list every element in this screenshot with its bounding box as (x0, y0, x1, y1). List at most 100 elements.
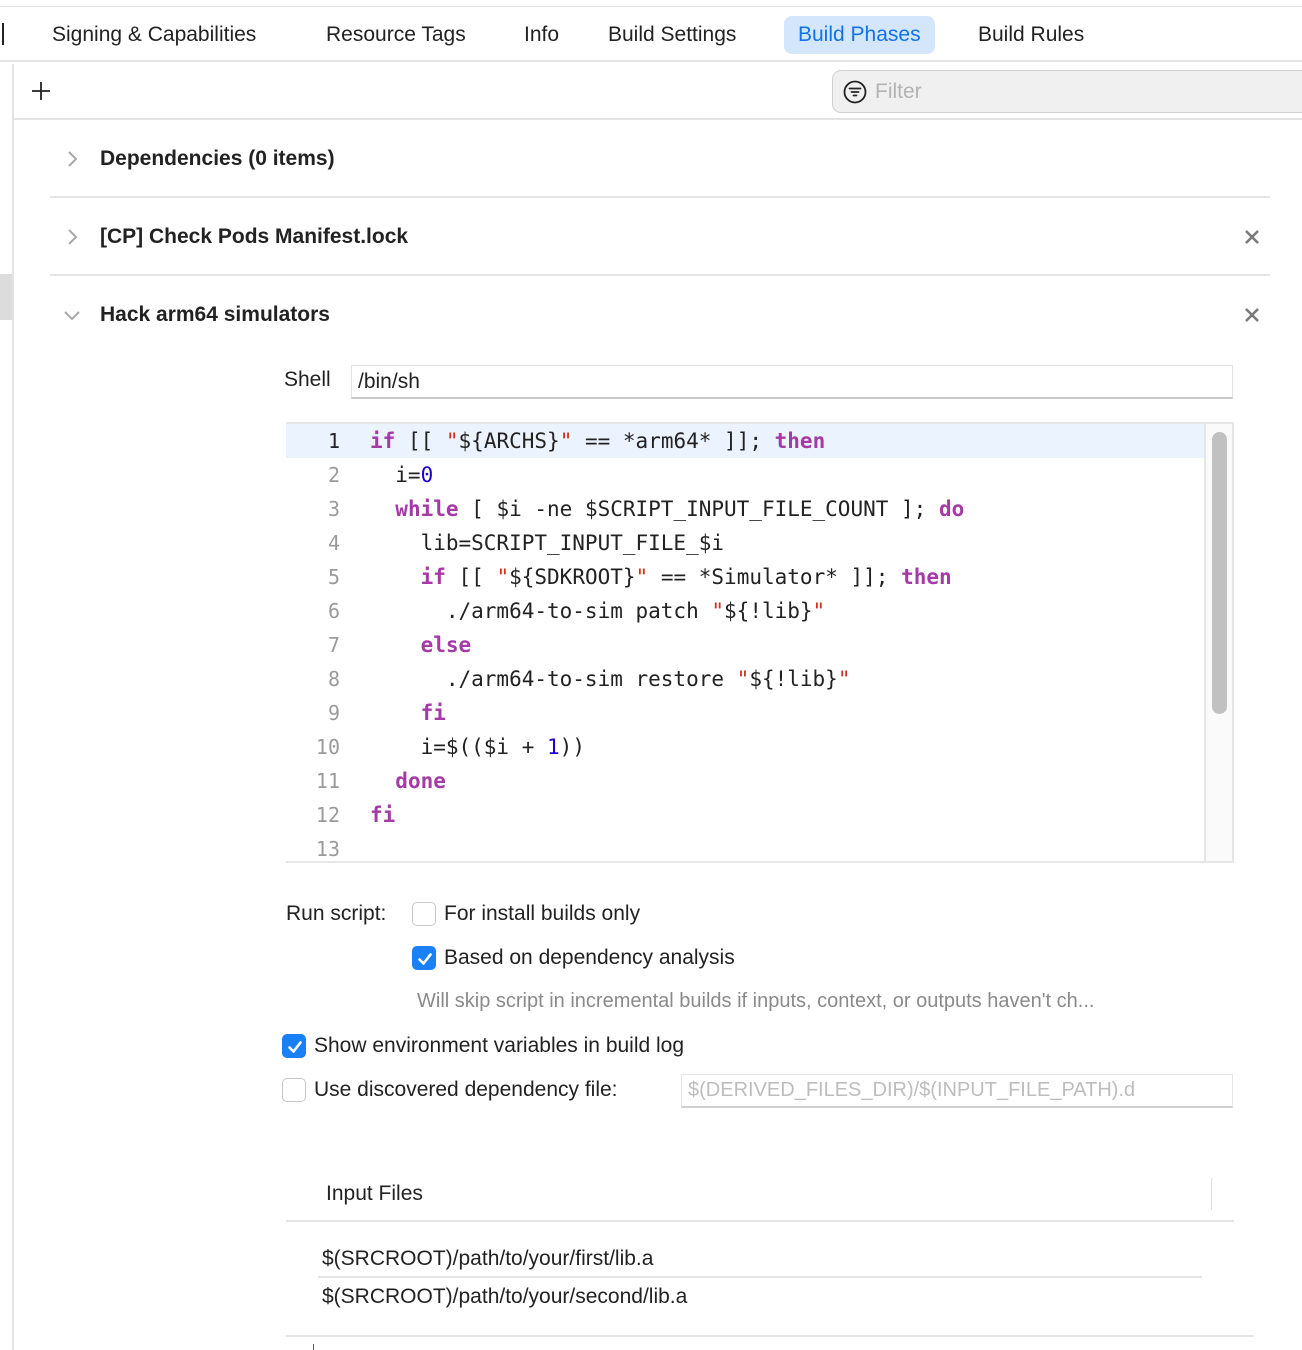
number-token: 1 (547, 735, 560, 759)
checkmark-icon (418, 953, 432, 965)
text-token: == *Simulator* ]]; (648, 565, 902, 589)
build-phases-toolbar (14, 64, 1302, 120)
keyword-token: if (370, 429, 396, 453)
disclosure-toggle[interactable] (62, 276, 82, 354)
run-script-label: Run script: (286, 902, 387, 925)
text-token: i=$(($i + (370, 735, 548, 759)
code-line[interactable]: 1 if [[ "${ARCHS}" == *arm64* ]]; then (286, 424, 1204, 458)
use-dependency-file-label[interactable]: Use discovered dependency file: (314, 1078, 618, 1102)
sidebar-divider[interactable] (12, 64, 14, 1350)
line-text[interactable]: done (370, 764, 446, 798)
chevron-down-icon (64, 311, 80, 321)
dependency-analysis-checkbox[interactable] (412, 946, 436, 970)
phase-title[interactable]: [CP] Check Pods Manifest.lock (100, 198, 408, 276)
keyword-token: while (395, 497, 459, 521)
line-text[interactable]: while [ $i -ne $SCRIPT_INPUT_FILE_COUNT … (370, 492, 964, 526)
code-line[interactable]: 12 fi (286, 798, 1204, 832)
tab-build-rules[interactable]: Build Rules (964, 16, 1098, 54)
table-footer-control[interactable] (313, 1344, 314, 1350)
string-token: " (736, 667, 750, 691)
line-text[interactable]: if [[ "${SDKROOT}" == *Simulator* ]]; th… (370, 560, 952, 594)
code-line[interactable]: 3 while [ $i -ne $SCRIPT_INPUT_FILE_COUN… (286, 492, 1204, 526)
phase-check-pods-manifest: [CP] Check Pods Manifest.lock (50, 198, 1270, 276)
code-line[interactable]: 6 ./arm64-to-sim patch "${!lib}" (286, 594, 1204, 628)
phase-title[interactable]: Dependencies (0 items) (100, 120, 335, 198)
tab-build-phases[interactable]: Build Phases (784, 16, 935, 54)
phase-title[interactable]: Hack arm64 simulators (100, 276, 330, 354)
line-text[interactable]: else (370, 628, 472, 662)
text-token: ./arm64-to-sim patch (370, 599, 712, 623)
dependency-file-input[interactable] (681, 1074, 1233, 1108)
code-line[interactable]: 2 i=0 (286, 458, 1204, 492)
text-token: ${ARCHS} (458, 429, 560, 453)
remove-phase-button[interactable] (1240, 225, 1264, 249)
line-number: 1 (327, 429, 340, 453)
line-text[interactable]: i=$(($i + 1)) (370, 730, 585, 764)
code-line[interactable]: 13 (286, 832, 1204, 861)
line-number: 2 (327, 463, 340, 487)
text-token: lib=SCRIPT_INPUT_FILE_$i (370, 531, 725, 555)
line-text[interactable]: if [[ "${ARCHS}" == *arm64* ]]; then (370, 424, 825, 458)
show-env-vars-checkbox[interactable] (282, 1034, 306, 1058)
code-line[interactable]: 8 ./arm64-to-sim restore "${!lib}" (286, 662, 1204, 696)
string-token: " (559, 429, 573, 453)
tab-signing-capabilities[interactable]: Signing & Capabilities (38, 16, 270, 54)
line-text[interactable]: i=0 (370, 458, 433, 492)
disclosure-toggle[interactable] (62, 198, 82, 276)
line-text[interactable]: fi (370, 696, 446, 730)
string-token: " (812, 599, 826, 623)
checkmark-icon (288, 1041, 302, 1053)
code-line[interactable]: 7 else (286, 628, 1204, 662)
filter-field[interactable] (832, 70, 1302, 113)
code-line[interactable]: 11 done (286, 764, 1204, 798)
truncated-tab-edge[interactable] (2, 23, 4, 45)
editor-scrollbar-thumb[interactable] (1212, 432, 1227, 714)
text-token: == *arm64* ]]; (572, 429, 775, 453)
input-files-column-title[interactable]: Input Files (326, 1182, 423, 1206)
shell-input[interactable] (351, 365, 1233, 399)
add-build-phase-button[interactable] (30, 76, 52, 106)
install-builds-only-checkbox[interactable] (412, 902, 436, 926)
filter-circle-icon (843, 80, 867, 104)
code-line[interactable]: 4 lib=SCRIPT_INPUT_FILE_$i (286, 526, 1204, 560)
chevron-right-icon (68, 229, 78, 245)
code-line[interactable]: 9 fi (286, 696, 1204, 730)
disclosure-toggle[interactable] (62, 120, 82, 198)
input-file-row[interactable]: $(SRCROOT)/path/to/your/first/lib.a (318, 1240, 1202, 1278)
code-line[interactable]: 5 if [[ "${SDKROOT}" == *Simulator* ]]; … (286, 560, 1204, 594)
line-number: 7 (327, 633, 340, 657)
text-token: )) (559, 735, 585, 759)
line-text[interactable]: ./arm64-to-sim patch "${!lib}" (370, 594, 825, 628)
input-files-header: Input Files (286, 1176, 1234, 1222)
input-files-table-bottom (286, 1335, 1254, 1337)
input-file-row[interactable]: $(SRCROOT)/path/to/your/second/lib.a (318, 1278, 1202, 1316)
filter-input[interactable] (875, 77, 1295, 107)
line-text[interactable]: lib=SCRIPT_INPUT_FILE_$i (370, 526, 724, 560)
text-token: [[ (395, 429, 446, 453)
remove-phase-button[interactable] (1240, 303, 1264, 327)
chevron-right-icon (68, 151, 78, 167)
install-builds-only-label[interactable]: For install builds only (444, 902, 640, 926)
phase-dependencies: Dependencies (0 items) (50, 120, 1270, 198)
tab-resource-tags[interactable]: Resource Tags (312, 16, 480, 54)
code-lines[interactable]: 1 if [[ "${ARCHS}" == *arm64* ]]; then 2 i… (286, 424, 1204, 861)
keyword-token: fi (370, 803, 396, 827)
string-token: " (635, 565, 649, 589)
script-editor[interactable]: 1 if [[ "${ARCHS}" == *arm64* ]]; then 2 i… (286, 422, 1234, 863)
plus-icon (32, 82, 50, 100)
line-number: 11 (315, 769, 340, 793)
tab-info[interactable]: Info (510, 16, 573, 54)
line-text[interactable]: ./arm64-to-sim restore "${!lib}" (370, 662, 851, 696)
code-line[interactable]: 10 i=$(($i + 1)) (286, 730, 1204, 764)
sidebar-selected-target[interactable] (0, 274, 12, 320)
line-text[interactable]: fi (370, 798, 395, 832)
close-icon (1245, 308, 1259, 322)
tab-build-settings[interactable]: Build Settings (594, 16, 750, 54)
show-env-vars-label[interactable]: Show environment variables in build log (314, 1034, 684, 1058)
column-resize-divider[interactable] (1211, 1178, 1212, 1210)
editor-scrollbar[interactable] (1204, 424, 1232, 861)
dependency-analysis-label[interactable]: Based on dependency analysis (444, 946, 735, 970)
string-token: " (711, 599, 725, 623)
use-dependency-file-checkbox[interactable] (282, 1078, 306, 1102)
